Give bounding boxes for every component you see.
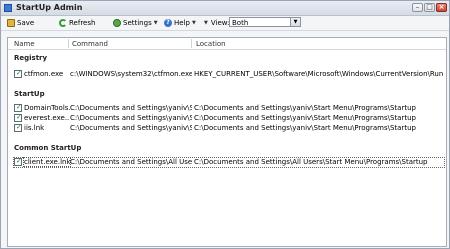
item-location: C:\Documents and Settings\All Users\Star… <box>194 158 428 166</box>
column-headers: Name Command Location <box>8 38 446 50</box>
item-name: DomainTools... <box>24 104 70 112</box>
checkmark-icon: ✓ <box>16 69 22 77</box>
enabled-checkbox[interactable]: ✓ <box>14 113 22 122</box>
view-label-group: ▼ View: <box>204 18 229 28</box>
enabled-checkbox[interactable]: ✓ <box>14 157 22 166</box>
chevron-down-icon: ▼ <box>204 20 208 26</box>
column-header-name[interactable]: Name <box>14 40 35 48</box>
item-command: C:\Documents and Settings\yaniv\Start... <box>70 104 192 112</box>
item-command: c:\WINDOWS\system32\ctfmon.exe <box>70 70 192 78</box>
checkmark-icon: ✓ <box>16 123 22 131</box>
save-label: Save <box>17 19 35 27</box>
column-divider[interactable] <box>191 39 192 48</box>
view-label: View: <box>210 19 230 27</box>
enabled-checkbox[interactable]: ✓ <box>14 123 22 132</box>
item-name: client.exe.lnk <box>23 157 71 167</box>
item-location: C:\Documents and Settings\yaniv\Start Me… <box>194 104 416 112</box>
list-item[interactable]: ✓ everest.exe... C:\Documents and Settin… <box>8 113 446 123</box>
app-icon <box>4 4 12 12</box>
gear-icon <box>113 19 121 27</box>
group-header-startup: StartUp <box>14 90 45 98</box>
save-button[interactable]: Save <box>7 18 34 28</box>
item-location: C:\Documents and Settings\yaniv\Start Me… <box>194 124 416 132</box>
chevron-down-icon: ▼ <box>153 20 158 26</box>
help-icon: ? <box>164 19 172 27</box>
list-item[interactable]: ✓ ctfmon.exe c:\WINDOWS\system32\ctfmon.… <box>8 69 446 79</box>
item-name: iis.lnk <box>24 124 45 132</box>
maximize-button[interactable]: □ <box>424 3 435 12</box>
help-menu-button[interactable]: ? Help ▼ <box>164 18 196 28</box>
settings-menu-button[interactable]: Settings ▼ <box>113 18 158 28</box>
item-name: everest.exe... <box>24 114 70 122</box>
list-item[interactable]: ✓ iis.lnk C:\Documents and Settings\yani… <box>8 123 446 133</box>
checkmark-icon: ✓ <box>16 103 22 111</box>
column-header-location[interactable]: Location <box>196 40 226 48</box>
enabled-checkbox[interactable]: ✓ <box>14 69 22 78</box>
checkmark-icon: ✓ <box>16 157 22 165</box>
view-select-value: Both <box>232 19 249 27</box>
item-command: C:\Documents and Settings\yaniv\Start... <box>70 114 192 122</box>
group-header-registry: Registry <box>14 54 48 62</box>
view-select[interactable]: Both ▼ <box>229 17 301 27</box>
window-title: StartUp Admin <box>16 3 83 12</box>
column-divider[interactable] <box>68 39 69 48</box>
refresh-button[interactable]: Refresh <box>59 18 95 28</box>
checkmark-icon: ✓ <box>16 113 22 121</box>
close-button[interactable]: × <box>436 3 447 12</box>
startup-list: Name Command Location Registry ✓ ctfmon.… <box>7 37 447 247</box>
title-bar: StartUp Admin – □ × <box>1 1 449 16</box>
item-command: C:\Documents and Settings\All Users\St..… <box>70 158 192 166</box>
save-icon <box>7 19 15 27</box>
app-window: StartUp Admin – □ × Save Refresh Setting… <box>0 0 450 249</box>
minimize-button[interactable]: – <box>412 3 423 12</box>
group-header-common-startup: Common StartUp <box>14 144 82 152</box>
refresh-label: Refresh <box>69 19 96 27</box>
item-location: C:\Documents and Settings\yaniv\Start Me… <box>194 114 416 122</box>
item-name: ctfmon.exe <box>24 70 64 78</box>
item-command: C:\Documents and Settings\yaniv\Start... <box>70 124 192 132</box>
item-location: HKEY_CURRENT_USER\Software\Microsoft\Win… <box>194 70 444 78</box>
list-item[interactable]: ✓ DomainTools... C:\Documents and Settin… <box>8 103 446 113</box>
toolbar: Save Refresh Settings ▼ ? Help ▼ ▼ View:… <box>1 16 449 31</box>
settings-label: Settings <box>123 19 152 27</box>
chevron-down-icon: ▼ <box>191 20 196 26</box>
refresh-icon <box>59 19 67 27</box>
column-header-command[interactable]: Command <box>72 40 108 48</box>
enabled-checkbox[interactable]: ✓ <box>14 103 22 112</box>
list-item[interactable]: ✓ client.exe.lnk C:\Documents and Settin… <box>8 157 446 167</box>
dropdown-arrow-icon: ▼ <box>290 18 300 26</box>
help-label: Help <box>174 19 190 27</box>
